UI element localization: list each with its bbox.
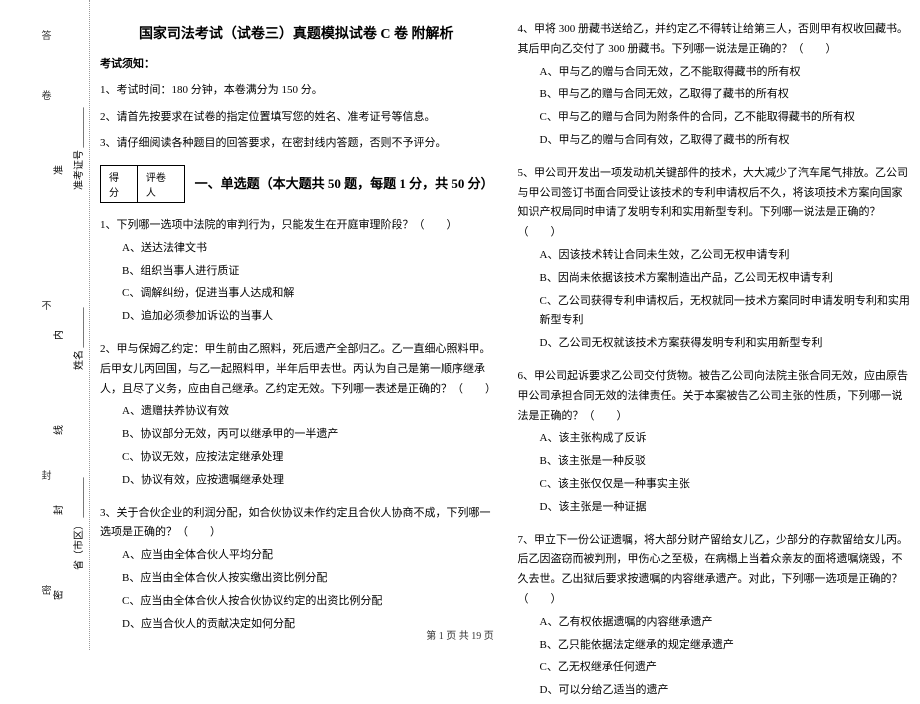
question-stem: 2、甲与保姆乙约定：甲生前由乙照料，死后遗产全部归乙。乙一直细心照料甲。后甲女儿… <box>100 340 493 399</box>
question: 6、甲公司起诉要求乙公司交付货物。被告乙公司向法院主张合同无效，应由原告甲公司承… <box>518 367 911 521</box>
page-footer: 第 1 页 共 19 页 <box>0 627 920 642</box>
score-label: 得分 <box>101 166 138 202</box>
question-option: C、该主张仅仅是一种事实主张 <box>518 475 911 495</box>
question-option: D、该主张是一种证据 <box>518 498 911 518</box>
score-box: 得分 评卷人 <box>100 165 185 203</box>
question-option: A、遗赠扶养协议有效 <box>100 402 493 422</box>
question: 1、下列哪一选项中法院的审判行为，只能发生在开庭审理阶段？（ ） A、送达法律文… <box>100 216 493 330</box>
reviewer-label: 评卷人 <box>138 166 184 202</box>
question: 5、甲公司开发出一项发动机关键部件的技术，大大减少了汽车尾气排放。乙公司与甲公司… <box>518 164 911 357</box>
question: 3、关于合伙企业的利润分配，如合伙协议未作约定且合伙人协商不成，下列哪一选项是正… <box>100 504 493 638</box>
binding-labels: 准考证号 ________ 姓名 ________ 省（市区） ________… <box>30 0 85 650</box>
field-exam-id: 准考证号 ________ <box>70 108 85 191</box>
question-option: A、该主张构成了反诉 <box>518 429 911 449</box>
page-content: 国家司法考试（试卷三）真题模拟试卷 C 卷 附解析 考试须知： 1、考试时间：1… <box>100 15 910 620</box>
question-option: B、该主张是一种反驳 <box>518 452 911 472</box>
question-option: A、因该技术转让合同未生效，乙公司无权申请专利 <box>518 246 911 266</box>
question-stem: 4、甲将 300 册藏书送给乙，并约定乙不得转让给第三人，否则甲有权收回藏书。其… <box>518 20 911 60</box>
question: 4、甲将 300 册藏书送给乙，并约定乙不得转让给第三人，否则甲有权收回藏书。其… <box>518 20 911 154</box>
question-option: B、协议部分无效，丙可以继承甲的一半遗产 <box>100 425 493 445</box>
exam-title: 国家司法考试（试卷三）真题模拟试卷 C 卷 附解析 <box>100 23 493 43</box>
question-stem: 6、甲公司起诉要求乙公司交付货物。被告乙公司向法院主张合同无效，应由原告甲公司承… <box>518 367 911 426</box>
notice-heading: 考试须知： <box>100 55 493 71</box>
question-option: B、应当由全体合伙人按实缴出资比例分配 <box>100 569 493 589</box>
side-word: 线 <box>50 425 65 435</box>
question-option: C、甲与乙的赠与合同为附条件的合同，乙不能取得藏书的所有权 <box>518 108 911 128</box>
question-option: C、乙无权继承任何遗产 <box>518 658 911 678</box>
side-word: 封 <box>50 505 65 515</box>
side-word: 内 <box>50 330 65 340</box>
question-option: C、调解纠纷，促进当事人达成和解 <box>100 284 493 304</box>
question-option: B、组织当事人进行质证 <box>100 262 493 282</box>
question-option: A、应当由全体合伙人平均分配 <box>100 546 493 566</box>
right-column: 4、甲将 300 册藏书送给乙，并约定乙不得转让给第三人，否则甲有权收回藏书。其… <box>518 15 911 620</box>
question-option: C、乙公司获得专利申请权后，无权就同一技术方案同时申请发明专利和实用新型专利 <box>518 292 911 332</box>
question-option: D、甲与乙的赠与合同有效，乙取得了藏书的所有权 <box>518 131 911 151</box>
question-option: D、乙公司无权就该技术方案获得发明专利和实用新型专利 <box>518 334 911 354</box>
question-option: D、协议有效，应按遗嘱继承处理 <box>100 471 493 491</box>
question-option: D、追加必须参加诉讼的当事人 <box>100 307 493 327</box>
question: 7、甲立下一份公证遗嘱，将大部分财产留给女儿乙，少部分的存款留给女儿丙。后乙因盗… <box>518 531 911 704</box>
question-stem: 1、下列哪一选项中法院的审判行为，只能发生在开庭审理阶段？（ ） <box>100 216 493 236</box>
question-option: D、可以分给乙适当的遗产 <box>518 681 911 701</box>
field-province: 省（市区） ________ <box>70 478 85 571</box>
field-name: 姓名 ________ <box>70 308 85 371</box>
notice-item: 1、考试时间：180 分钟，本卷满分为 150 分。 <box>100 81 493 100</box>
question-stem: 7、甲立下一份公证遗嘱，将大部分财产留给女儿乙，少部分的存款留给女儿丙。后乙因盗… <box>518 531 911 610</box>
question-option: C、应当由全体合伙人按合伙协议约定的出资比例分配 <box>100 592 493 612</box>
question-stem: 3、关于合伙企业的利润分配，如合伙协议未作约定且合伙人协商不成，下列哪一选项是正… <box>100 504 493 544</box>
question-stem: 5、甲公司开发出一项发动机关键部件的技术，大大减少了汽车尾气排放。乙公司与甲公司… <box>518 164 911 243</box>
side-word: 密 <box>50 590 65 600</box>
question: 2、甲与保姆乙约定：甲生前由乙照料，死后遗产全部归乙。乙一直细心照料甲。后甲女儿… <box>100 340 493 494</box>
section-header-row: 得分 评卷人 一、单选题（本大题共 50 题，每题 1 分，共 50 分） <box>100 157 493 211</box>
side-word: 准 <box>50 165 65 175</box>
notice-item: 3、请仔细阅读各种题目的回答要求，在密封线内答题，否则不予评分。 <box>100 134 493 153</box>
notice-item: 2、请首先按要求在试卷的指定位置填写您的姓名、准考证号等信息。 <box>100 108 493 127</box>
question-option: C、协议无效，应按法定继承处理 <box>100 448 493 468</box>
question-option: A、送达法律文书 <box>100 239 493 259</box>
question-option: B、甲与乙的赠与合同无效，乙取得了藏书的所有权 <box>518 85 911 105</box>
question-option: B、因尚未依据该技术方案制造出产品，乙公司无权申请专利 <box>518 269 911 289</box>
left-column: 国家司法考试（试卷三）真题模拟试卷 C 卷 附解析 考试须知： 1、考试时间：1… <box>100 15 493 620</box>
section-title: 一、单选题（本大题共 50 题，每题 1 分，共 50 分） <box>195 173 493 192</box>
question-option: A、甲与乙的赠与合同无效，乙不能取得藏书的所有权 <box>518 63 911 83</box>
